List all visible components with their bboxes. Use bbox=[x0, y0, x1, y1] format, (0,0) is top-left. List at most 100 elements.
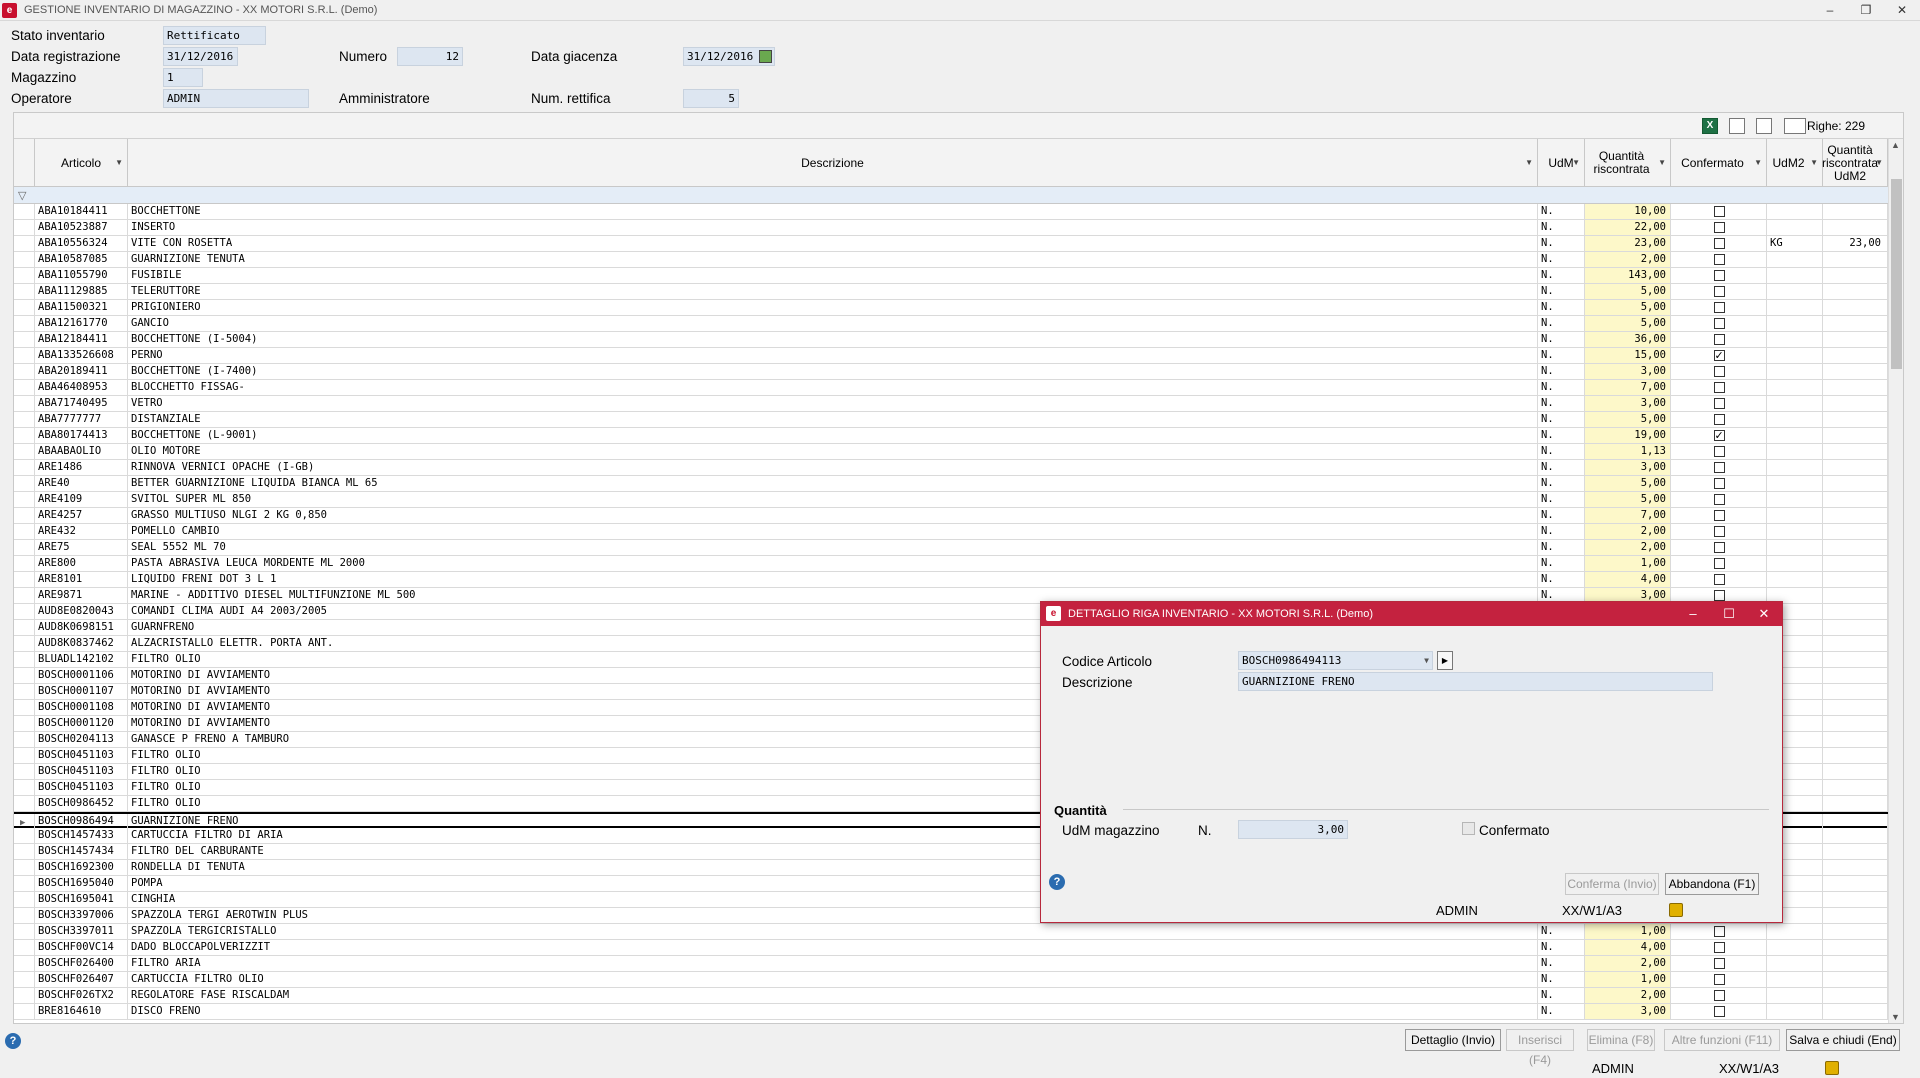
confermato-checkbox[interactable] bbox=[1713, 494, 1725, 505]
table-row[interactable]: ABA46408953 BLOCCHETTO FISSAG- N. 7,00 bbox=[14, 380, 1903, 396]
grid-scrollbar[interactable]: ▲ ▼ bbox=[1888, 139, 1903, 1023]
row-selector[interactable] bbox=[14, 236, 35, 251]
table-row[interactable]: ABA12184411 BOCCHETTONE (I-5004) N. 36,00 bbox=[14, 332, 1903, 348]
table-row[interactable]: ABA10587085 GUARNIZIONE TENUTA N. 2,00 bbox=[14, 252, 1903, 268]
confermato-checkbox[interactable] bbox=[1713, 270, 1725, 281]
grid-layout-icon[interactable] bbox=[1729, 118, 1745, 134]
row-selector[interactable] bbox=[14, 748, 35, 763]
scroll-thumb[interactable] bbox=[1891, 179, 1902, 369]
confermato-checkbox[interactable] bbox=[1713, 222, 1725, 233]
row-selector[interactable] bbox=[14, 908, 35, 923]
row-selector[interactable] bbox=[14, 220, 35, 235]
row-selector[interactable] bbox=[14, 540, 35, 555]
col-quantita-udm2[interactable]: Quantità riscontrata UdM2 ▼ bbox=[1822, 139, 1888, 187]
col-quantita[interactable]: Quantità riscontrata ▼ bbox=[1585, 139, 1671, 187]
confermato-checkbox[interactable] bbox=[1713, 974, 1725, 985]
row-selector[interactable] bbox=[14, 556, 35, 571]
confermato-checkbox[interactable] bbox=[1713, 238, 1725, 249]
chevron-down-icon[interactable]: ▼ bbox=[1424, 652, 1429, 669]
calendar-icon[interactable] bbox=[759, 50, 772, 63]
row-selector[interactable] bbox=[14, 204, 35, 219]
table-row[interactable]: BOSCHF026TX2 REGOLATORE FASE RISCALDAM N. 2… bbox=[14, 988, 1903, 1004]
row-selector[interactable] bbox=[14, 252, 35, 267]
confermato-checkbox[interactable] bbox=[1713, 334, 1725, 345]
table-row[interactable]: ABA10523887 INSERTO N. 22,00 bbox=[14, 220, 1903, 236]
row-selector[interactable] bbox=[14, 604, 35, 619]
row-selector[interactable] bbox=[14, 620, 35, 635]
table-row[interactable]: ABAABAOLIO OLIO MOTORE N. 1,13 bbox=[14, 444, 1903, 460]
confermato-checkbox[interactable] bbox=[1713, 348, 1725, 363]
confermato-checkbox[interactable] bbox=[1713, 446, 1725, 457]
magazzino-field[interactable]: 1 bbox=[163, 68, 203, 87]
excel-export-icon[interactable]: X bbox=[1702, 118, 1718, 134]
row-selector[interactable]: ▶ bbox=[14, 814, 35, 829]
row-selector[interactable] bbox=[14, 876, 35, 891]
confermato-checkbox[interactable] bbox=[1713, 510, 1725, 521]
col-descrizione[interactable]: Descrizione ▼ bbox=[128, 139, 1538, 187]
row-selector[interactable] bbox=[14, 396, 35, 411]
table-row[interactable]: ABA80174413 BOCCHETTONE (L-9001) N. 19,00 bbox=[14, 428, 1903, 444]
sort-dropdown-icon[interactable]: ▼ bbox=[1572, 156, 1580, 169]
row-selector[interactable] bbox=[14, 364, 35, 379]
col-udm2[interactable]: UdM2 ▼ bbox=[1767, 139, 1823, 187]
row-selector[interactable] bbox=[14, 860, 35, 875]
codice-articolo-combo[interactable]: BOSCH0986494113 ▼ bbox=[1238, 651, 1433, 670]
row-selector[interactable] bbox=[14, 380, 35, 395]
sort-dropdown-icon[interactable]: ▼ bbox=[1875, 156, 1883, 169]
row-selector[interactable] bbox=[14, 796, 35, 811]
row-selector[interactable] bbox=[14, 1004, 35, 1019]
table-row[interactable]: ARE75 SEAL 5552 ML 70 N. 2,00 bbox=[14, 540, 1903, 556]
stato-field[interactable]: Rettificato bbox=[163, 26, 266, 45]
confermato-checkbox[interactable] bbox=[1713, 526, 1725, 537]
table-row[interactable]: BOSCHF026407 CARTUCCIA FILTRO OLIO N. 1,00 bbox=[14, 972, 1903, 988]
altre-funzioni-button[interactable]: Altre funzioni (F11) bbox=[1664, 1029, 1780, 1051]
dialog-maximize-icon[interactable]: ☐ bbox=[1714, 605, 1744, 623]
confermato-checkbox[interactable] bbox=[1713, 286, 1725, 297]
row-selector[interactable] bbox=[14, 572, 35, 587]
confermato-checkbox[interactable] bbox=[1713, 398, 1725, 409]
table-row[interactable]: ARE4109 SVITOL SUPER ML 850 N. 5,00 bbox=[14, 492, 1903, 508]
col-articolo[interactable]: Articolo ▼ bbox=[35, 139, 128, 187]
row-selector[interactable] bbox=[14, 460, 35, 475]
table-row[interactable]: ABA20189411 BOCCHETTONE (I-7400) N. 3,00 bbox=[14, 364, 1903, 380]
table-row[interactable]: ABA10556324 VITE CON ROSETTA N. 23,00 KG 23,0… bbox=[14, 236, 1903, 252]
table-row[interactable]: ABA11055790 FUSIBILE N. 143,00 bbox=[14, 268, 1903, 284]
table-row[interactable]: ARE800 PASTA ABRASIVA LEUCA MORDENTE ML 2… bbox=[14, 556, 1903, 572]
confermato-checkbox[interactable] bbox=[1713, 366, 1725, 377]
row-selector[interactable] bbox=[14, 732, 35, 747]
confermato-checkbox[interactable] bbox=[1713, 318, 1725, 329]
confermato-checkbox[interactable] bbox=[1713, 926, 1725, 937]
table-row[interactable]: ABA11129885 TELERUTTORE N. 5,00 bbox=[14, 284, 1903, 300]
row-selector[interactable] bbox=[14, 828, 35, 843]
dettaglio-button[interactable]: Dettaglio (Invio) bbox=[1405, 1029, 1501, 1051]
row-selector[interactable] bbox=[14, 924, 35, 939]
table-row[interactable]: BOSCH3397011 SPAZZOLA TERGICRISTALLO N. 1,0… bbox=[14, 924, 1903, 940]
sort-dropdown-icon[interactable]: ▼ bbox=[1754, 156, 1762, 169]
confermato-checkbox[interactable] bbox=[1713, 414, 1725, 425]
row-selector[interactable] bbox=[14, 668, 35, 683]
goto-articolo-icon[interactable]: ▶ bbox=[1437, 651, 1453, 670]
dialog-close-icon[interactable]: ✕ bbox=[1749, 605, 1779, 623]
quantita-field[interactable]: 3,00 bbox=[1238, 820, 1348, 839]
row-selector[interactable] bbox=[14, 700, 35, 715]
help-icon[interactable]: ? bbox=[5, 1033, 21, 1049]
rettifica-field[interactable]: 5 bbox=[683, 89, 739, 108]
confermato-checkbox[interactable] bbox=[1713, 590, 1725, 601]
confermato-checkbox[interactable] bbox=[1713, 254, 1725, 265]
confermato-checkbox[interactable] bbox=[1713, 542, 1725, 553]
data-giacenza-field[interactable]: 31/12/2016 bbox=[683, 47, 775, 66]
row-selector[interactable] bbox=[14, 652, 35, 667]
confermato-checkbox[interactable] bbox=[1713, 478, 1725, 489]
row-selector[interactable] bbox=[14, 492, 35, 507]
col-udm[interactable]: UdM ▼ bbox=[1538, 139, 1585, 187]
sort-dropdown-icon[interactable]: ▼ bbox=[1810, 156, 1818, 169]
row-selector[interactable] bbox=[14, 524, 35, 539]
row-selector[interactable] bbox=[14, 988, 35, 1003]
col-confermato[interactable]: Confermato ▼ bbox=[1671, 139, 1767, 187]
confermato-checkbox[interactable] bbox=[1713, 958, 1725, 969]
row-selector[interactable] bbox=[14, 476, 35, 491]
table-row[interactable]: ARE8101 LIQUIDO FRENI DOT 3 L 1 N. 4,00 bbox=[14, 572, 1903, 588]
confermato-checkbox[interactable] bbox=[1713, 574, 1725, 585]
confermato-checkbox[interactable] bbox=[1462, 822, 1475, 835]
filter-icon[interactable]: ▽ bbox=[18, 189, 26, 202]
